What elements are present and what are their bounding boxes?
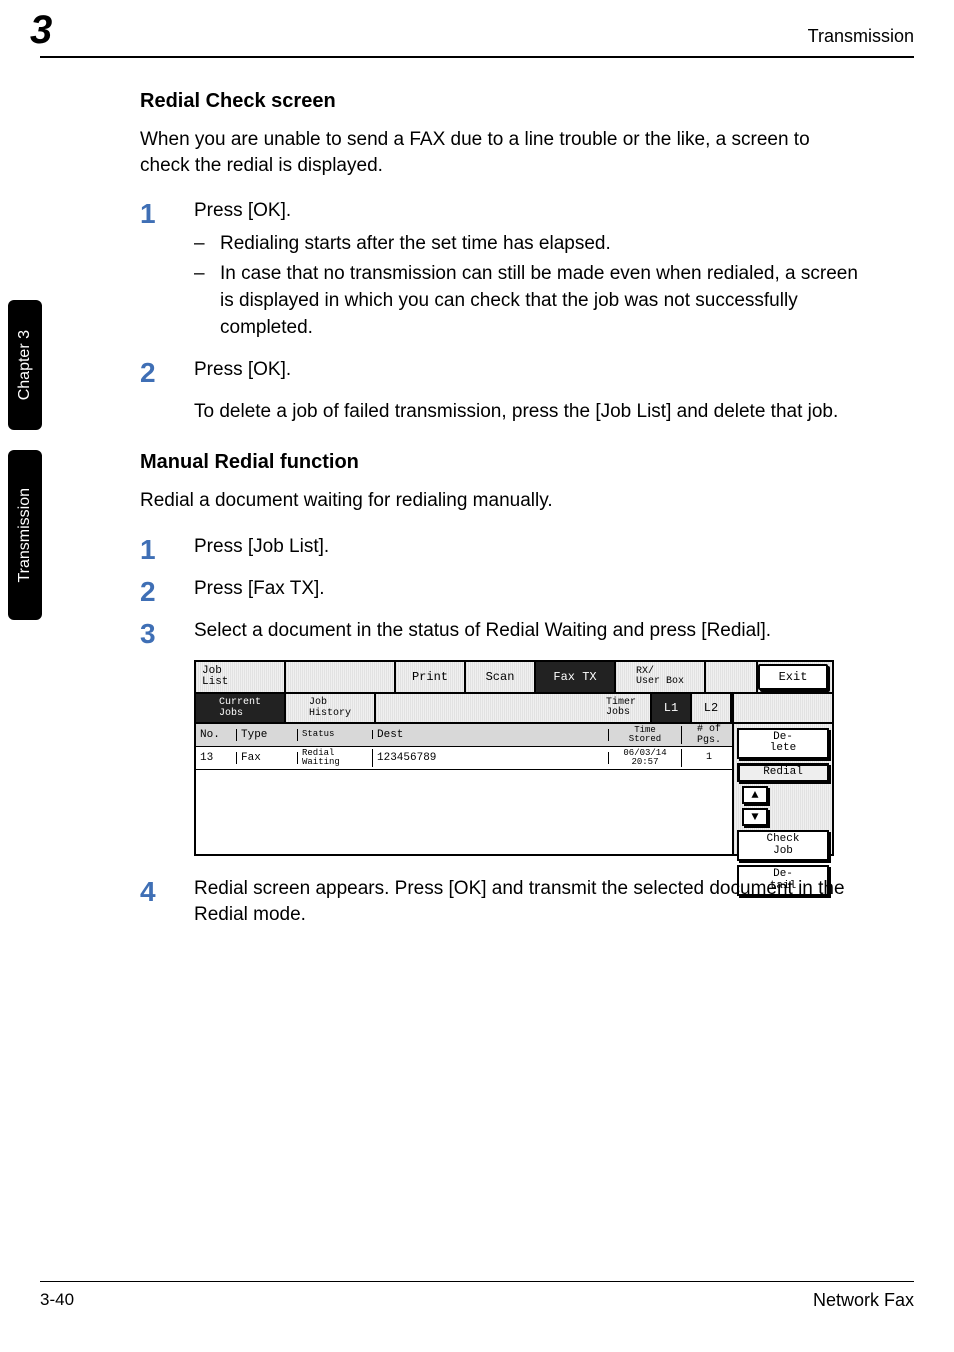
ss-right-panel: De- lete Redial ▲ ▼ Check Job De- tail xyxy=(732,724,832,854)
mr-step-2-text: Press [Fax TX]. xyxy=(194,576,864,606)
col-pgs: # of Pgs. xyxy=(682,724,732,746)
redial-check-intro: When you are unable to send a FAX due to… xyxy=(140,127,864,178)
mr-step-4-text: Redial screen appears. Press [OK] and tr… xyxy=(194,876,864,929)
tab-current-jobs[interactable]: Current Jobs xyxy=(196,694,286,722)
page-number: 3-40 xyxy=(40,1290,74,1310)
col-time-stored: Time Stored xyxy=(609,726,682,744)
cell-status: Redial Waiting xyxy=(298,749,373,767)
header-section-label: Transmission xyxy=(808,26,914,47)
mr-step-3-text: Select a document in the status of Redia… xyxy=(194,618,864,648)
ss-sub-spacer xyxy=(376,694,592,722)
redial-check-title: Redial Check screen xyxy=(140,90,864,113)
mr-step-2: 2 Press [Fax TX]. xyxy=(140,576,864,606)
col-type: Type xyxy=(237,729,298,741)
mr-step-4: 4 Redial screen appears. Press [OK] and … xyxy=(140,876,864,929)
mr-step-1: 1 Press [Job List]. xyxy=(140,534,864,564)
col-no: No. xyxy=(196,729,237,741)
side-tab-chapter-label: Chapter 3 xyxy=(16,320,34,410)
step-1-bullet-1: Redialing starts after the set time has … xyxy=(194,231,864,258)
table-row[interactable]: 13 Fax Redial Waiting 123456789 06/03/14… xyxy=(196,747,732,770)
side-tab-chapter: Chapter 3 xyxy=(8,300,42,430)
ss-table-head: No. Type Status Dest Time Stored # of Pg… xyxy=(196,724,732,747)
page-footer: 3-40 Network Fax xyxy=(40,1281,914,1312)
doc-title: Network Fax xyxy=(813,1290,914,1311)
mr-step-3-number: 3 xyxy=(140,618,168,648)
step-2-number: 2 xyxy=(140,357,168,387)
step-1-text: Press [OK]. xyxy=(194,200,291,221)
ss-table: No. Type Status Dest Time Stored # of Pg… xyxy=(196,724,732,854)
mr-step-3: 3 Select a document in the status of Red… xyxy=(140,618,864,648)
ss-sub-rightcol xyxy=(732,694,832,722)
tab-fax-tx[interactable]: Fax TX xyxy=(536,662,616,692)
tab-job-history[interactable]: Job History xyxy=(286,694,376,722)
manual-redial-title: Manual Redial function xyxy=(140,451,864,474)
step-1: 1 Press [OK]. Redialing starts after the… xyxy=(140,198,864,345)
manual-redial-intro: Redial a document waiting for redialing … xyxy=(140,488,864,514)
tab-rx-user-box[interactable]: RX/ User Box xyxy=(616,662,706,692)
tab-l2[interactable]: L2 xyxy=(692,694,732,722)
cell-type: Fax xyxy=(237,752,298,764)
cell-dest: 123456789 xyxy=(373,752,609,764)
content-area: Redial Check screen When you are unable … xyxy=(140,90,864,941)
cell-time: 06/03/14 20:57 xyxy=(609,749,682,767)
ss-top-spacer-1 xyxy=(286,662,396,692)
delete-button[interactable]: De- lete xyxy=(737,728,829,759)
step-2-after: To delete a job of failed transmission, … xyxy=(194,399,864,425)
exit-button[interactable]: Exit xyxy=(758,664,828,690)
chapter-number: 3 xyxy=(30,8,52,53)
step-2: 2 Press [OK]. xyxy=(140,357,864,387)
cell-pgs: 1 xyxy=(682,752,732,763)
ss-top-tabs: Job List Print Scan Fax TX RX/ User Box … xyxy=(196,662,832,694)
ss-body: No. Type Status Dest Time Stored # of Pg… xyxy=(196,724,832,854)
step-1-bullets: Redialing starts after the set time has … xyxy=(194,231,864,341)
col-dest: Dest xyxy=(373,729,609,741)
tab-scan[interactable]: Scan xyxy=(466,662,536,692)
check-job-button[interactable]: Check Job xyxy=(737,830,829,861)
ss-top-spacer-2 xyxy=(706,662,758,692)
fax-job-list-screenshot: Job List Print Scan Fax TX RX/ User Box … xyxy=(194,660,834,856)
scroll-down-icon[interactable]: ▼ xyxy=(742,808,768,826)
step-2-text: Press [OK]. xyxy=(194,359,291,380)
tab-job-list[interactable]: Job List xyxy=(196,662,286,692)
mr-step-1-number: 1 xyxy=(140,534,168,564)
redial-button[interactable]: Redial xyxy=(737,763,829,783)
step-1-number: 1 xyxy=(140,198,168,345)
step-1-bullet-2: In case that no transmission can still b… xyxy=(194,261,864,341)
mr-step-2-number: 2 xyxy=(140,576,168,606)
tab-print[interactable]: Print xyxy=(396,662,466,692)
page-header: 3 Transmission xyxy=(40,22,914,58)
mr-step-1-text: Press [Job List]. xyxy=(194,534,864,564)
side-tab-section-label: Transmission xyxy=(16,478,34,593)
side-tab-section: Transmission xyxy=(8,450,42,620)
mr-step-4-number: 4 xyxy=(140,876,168,929)
cell-no: 13 xyxy=(196,752,237,764)
tab-timer-jobs[interactable]: Timer Jobs xyxy=(592,694,652,722)
col-status: Status xyxy=(298,730,373,739)
ss-sub-tabs: Current Jobs Job History Timer Jobs L1 L… xyxy=(196,694,832,724)
scroll-up-icon[interactable]: ▲ xyxy=(742,786,768,804)
tab-l1[interactable]: L1 xyxy=(652,694,692,722)
